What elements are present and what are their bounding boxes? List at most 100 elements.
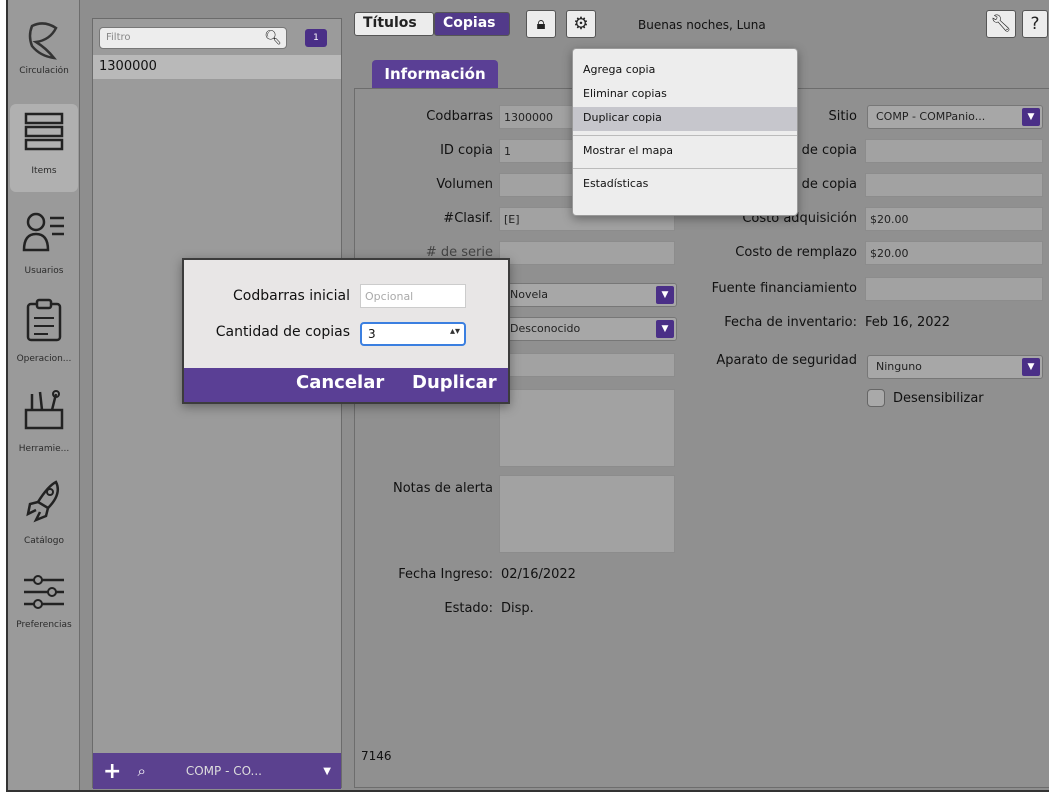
menu-item-show-map[interactable]: Mostrar el mapa: [573, 140, 797, 164]
copy-field-2[interactable]: [865, 139, 1043, 163]
copy-field-3-label: de copia: [801, 177, 857, 192]
nav-label-preferences: Preferencias: [16, 620, 72, 630]
menu-item-add-copy[interactable]: Agrega copia: [573, 59, 797, 83]
stepper-arrows-icon[interactable]: ▴▾: [450, 326, 460, 337]
call-number-label: #Clasif.: [443, 211, 493, 226]
chevron-down-icon[interactable]: ▼: [323, 766, 331, 777]
copy-field-2-label: de copia: [801, 143, 857, 158]
list-item[interactable]: 1300000: [93, 55, 341, 79]
chevron-down-icon: ▼: [1022, 358, 1040, 376]
chevron-down-icon: ▼: [656, 320, 674, 338]
lock-icon[interactable]: 🔒︎: [526, 10, 556, 38]
replacement-cost-label: Costo de remplazo: [735, 245, 857, 260]
menu-item-delete-copies[interactable]: Eliminar copias: [573, 83, 797, 107]
security-device-select[interactable]: Ninguno ▼: [867, 355, 1043, 379]
nav-label-users: Usuarios: [24, 266, 64, 276]
result-count-badge: 1: [305, 29, 327, 47]
duplicate-copy-dialog: Codbarras inicial Opcional Cantidad de c…: [182, 258, 510, 404]
nav-label-operations: Operacion...: [16, 354, 72, 364]
nav-item-items[interactable]: Ítems: [10, 104, 78, 192]
circulation-icon: [28, 22, 58, 60]
nav-label-items: Ítems: [31, 166, 57, 176]
menu-separator: [573, 168, 797, 169]
alert-notes-label: Notas de alerta: [392, 481, 493, 496]
inventory-date-value: Feb 16, 2022: [865, 315, 951, 330]
nav-label-tools: Herramie...: [18, 444, 70, 454]
acquisition-cost-field[interactable]: $20.00: [865, 207, 1043, 231]
entry-date-label: Fecha Ingreso:: [398, 567, 493, 582]
record-number: 7146: [361, 749, 392, 763]
start-barcode-input[interactable]: Opcional: [360, 284, 466, 308]
chevron-down-icon: ▼: [1022, 108, 1040, 126]
site-selector[interactable]: COMP - CO...: [186, 764, 323, 778]
serial-field[interactable]: [499, 241, 675, 265]
funding-source-label: Fuente financiamiento: [711, 281, 857, 296]
entry-date-value: 02/16/2022: [501, 567, 576, 582]
left-nav: Circulación Ítems Usuarios Operacion... …: [8, 0, 80, 790]
nav-item-preferences[interactable]: Preferencias: [10, 572, 78, 630]
copy-id-label: ID copia: [440, 143, 493, 158]
security-device-value: Ninguno: [876, 360, 922, 373]
copy-count-value: 3: [368, 327, 376, 341]
nav-item-catalog[interactable]: Catálogo: [10, 478, 78, 546]
search-icon[interactable]: ⌕: [137, 762, 145, 780]
site-label: Sitio: [828, 109, 857, 124]
users-icon: [22, 212, 64, 252]
copy-field-3[interactable]: [865, 173, 1043, 197]
replacement-cost-field[interactable]: $20.00: [865, 241, 1043, 265]
nav-item-tools[interactable]: Herramie...: [10, 388, 78, 454]
app-window: Circulación Ítems Usuarios Operacion... …: [6, 0, 1049, 792]
sliders-icon: [24, 575, 64, 609]
nav-item-users[interactable]: Usuarios: [10, 210, 78, 276]
desensitize-checkbox[interactable]: [867, 389, 885, 407]
copy-count-stepper[interactable]: 3 ▴▾: [360, 322, 466, 346]
inventory-date-label: Fecha de inventario:: [724, 315, 857, 330]
wrench-icon[interactable]: 🔧︎: [986, 10, 1016, 38]
search-icon[interactable]: 🔍︎: [264, 30, 282, 46]
status-select[interactable]: Desconocido ▼: [501, 317, 677, 341]
tab-copies[interactable]: Copias: [434, 12, 510, 36]
state-label: Estado:: [444, 601, 493, 616]
start-barcode-label: Codbarras inicial: [233, 288, 350, 304]
type-select[interactable]: Novela ▼: [501, 283, 677, 307]
add-icon[interactable]: +: [103, 759, 121, 784]
nav-label-circulation: Circulación: [19, 66, 69, 76]
status-select-value: Desconocido: [510, 322, 581, 335]
gear-icon[interactable]: ⚙: [566, 10, 596, 38]
filter-placeholder: Filtro: [106, 32, 131, 43]
duplicate-button[interactable]: Duplicar: [412, 372, 497, 393]
type-select-value: Novela: [510, 288, 549, 301]
funding-source-field[interactable]: [865, 277, 1043, 301]
list-footer: + ⌕ COMP - CO... ▼: [93, 753, 341, 789]
menu-item-duplicate-copy[interactable]: Duplicar copia: [573, 107, 797, 131]
site-select-value: COMP - COMPanio...: [876, 110, 986, 123]
clipboard-icon: [26, 298, 62, 342]
dialog-footer: Cancelar Duplicar: [184, 368, 508, 402]
nav-label-catalog: Catálogo: [23, 536, 65, 546]
menu-item-statistics[interactable]: Estadísticas: [573, 173, 797, 197]
greeting-text: Buenas noches, Luna: [638, 18, 766, 32]
site-select[interactable]: COMP - COMPanio... ▼: [867, 105, 1043, 129]
books-icon: [24, 112, 64, 151]
copies-actions-menu: Agrega copia Eliminar copias Duplicar co…: [572, 48, 798, 216]
copy-count-label: Cantidad de copias: [215, 324, 350, 340]
top-toolbar: Títulos Copias 🔒︎ ⚙ Buenas noches, Luna …: [354, 6, 1049, 38]
nav-item-circulation[interactable]: Circulación: [10, 18, 78, 76]
tab-information[interactable]: Información: [372, 60, 498, 88]
desensitize-label: Desensibilizar: [893, 391, 984, 406]
help-icon[interactable]: ?: [1022, 10, 1048, 38]
notes-field[interactable]: [499, 389, 675, 467]
security-device-label: Aparato de seguridad: [716, 353, 857, 368]
nav-item-operations[interactable]: Operacion...: [10, 298, 78, 364]
extra-field[interactable]: [499, 353, 675, 377]
volume-label: Volumen: [436, 177, 493, 192]
tab-titles[interactable]: Títulos: [354, 12, 434, 36]
barcode-label: Codbarras: [426, 109, 493, 124]
tools-icon: [24, 390, 64, 430]
filter-input[interactable]: Filtro 🔍︎: [99, 27, 287, 49]
state-value: Disp.: [501, 601, 534, 616]
cancel-button[interactable]: Cancelar: [296, 372, 384, 393]
alert-notes-field[interactable]: [499, 475, 675, 553]
menu-separator: [573, 135, 797, 136]
chevron-down-icon: ▼: [656, 286, 674, 304]
